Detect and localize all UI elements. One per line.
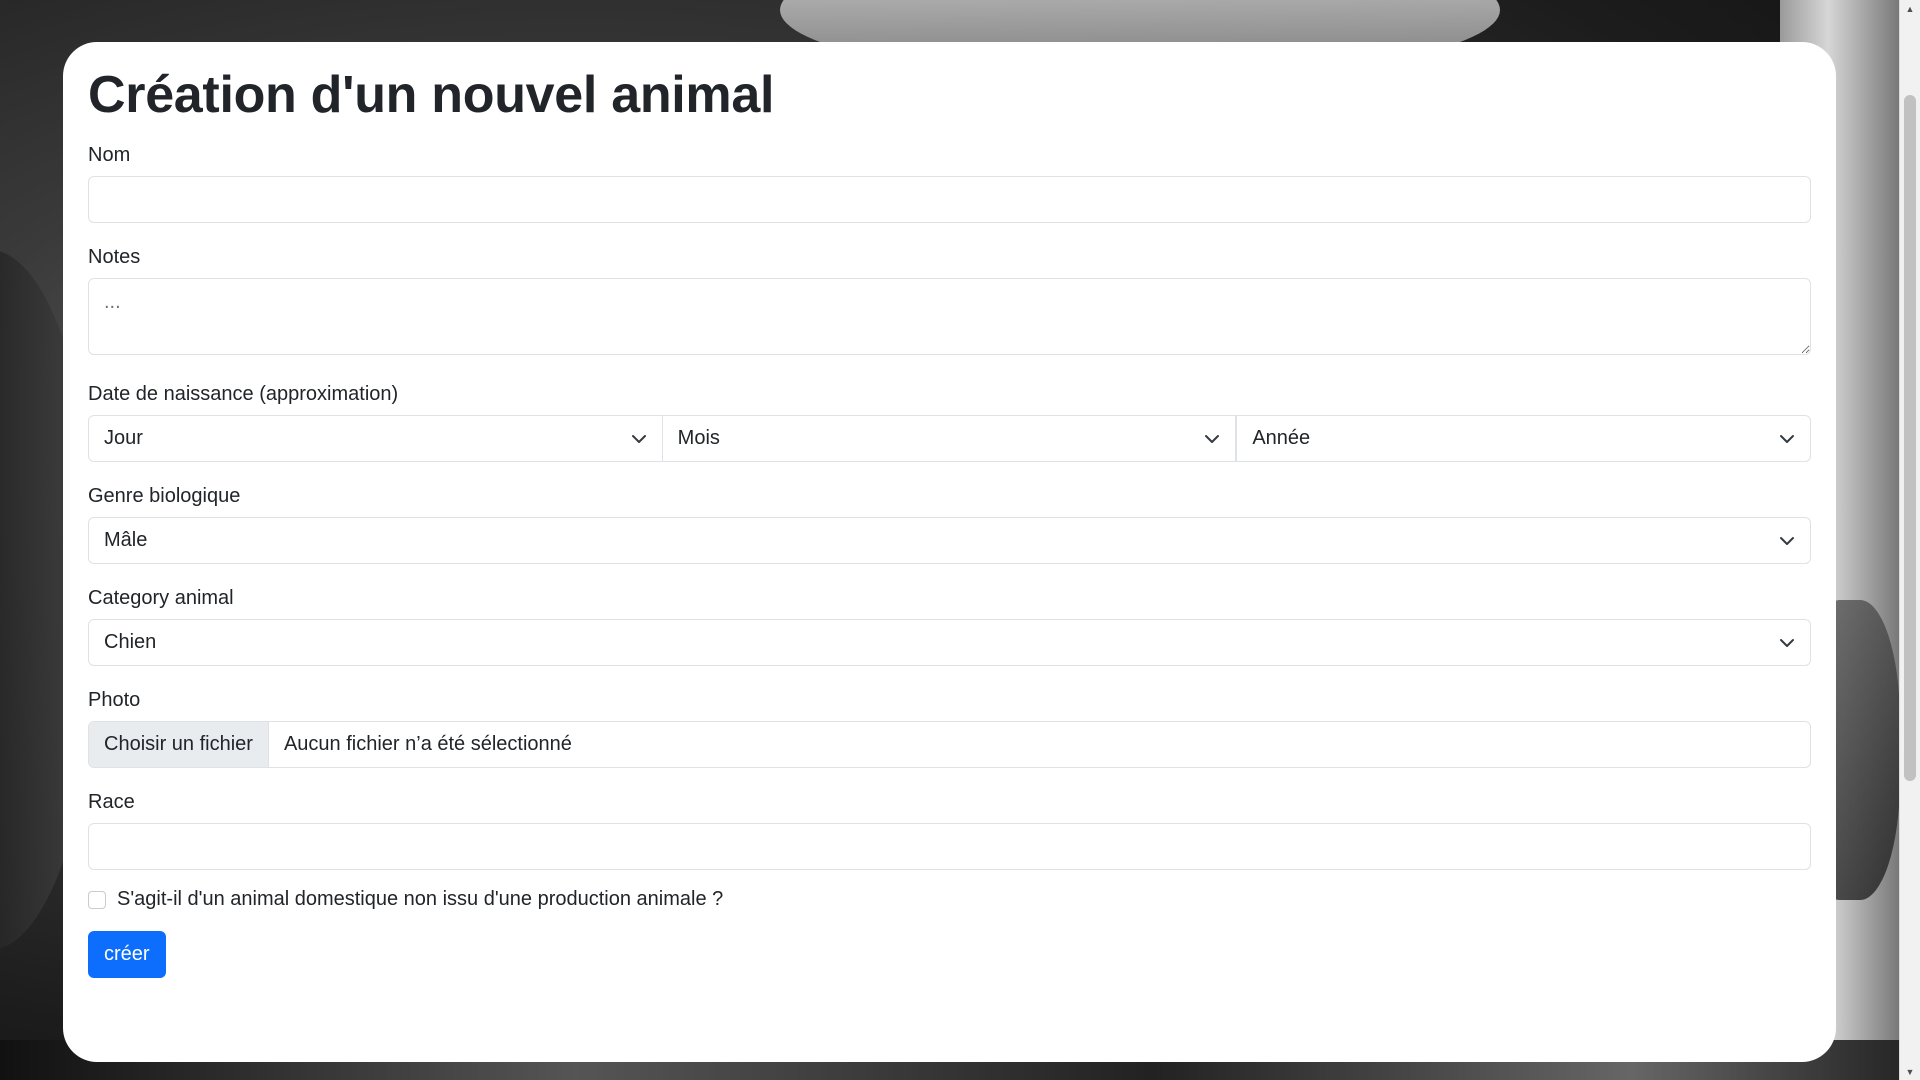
nom-input[interactable] [88,176,1811,223]
notes-group: Notes [88,245,1811,360]
notes-textarea[interactable] [88,278,1811,355]
race-input[interactable] [88,823,1811,870]
choose-file-button[interactable]: Choisir un fichier [89,722,269,767]
scroll-up-icon[interactable]: ▲ [1900,0,1920,17]
domestic-label[interactable]: S'agit-il d'un animal domestique non iss… [117,888,723,911]
race-label: Race [88,791,135,813]
birthdate-label: Date de naissance (approximation) [88,383,399,405]
domestic-check-row: S'agit-il d'un animal domestique non iss… [88,888,1811,911]
page-title: Création d'un nouvel animal [88,66,775,124]
race-group: Race [88,790,1811,870]
category-select-value: Chien [104,631,157,653]
form-card: Création d'un nouvel animal Nom Notes Da… [63,42,1836,1062]
domestic-checkbox[interactable] [88,890,106,909]
nom-label: Nom [88,144,131,166]
chevron-down-icon [1780,434,1795,443]
gender-select-value: Mâle [104,529,148,551]
photo-file-input[interactable]: Choisir un fichier Aucun fichier n’a été… [88,721,1811,768]
nom-group: Nom [88,143,1811,223]
day-select-value: Jour [104,427,143,449]
gender-select[interactable]: Mâle [88,517,1811,564]
chevron-down-icon [1780,638,1794,647]
birthdate-group: Date de naissance (approximation) Jour M… [88,382,1812,462]
birthdate-selects: Jour Mois Année [88,415,1812,462]
photo-label: Photo [88,689,141,711]
gender-label: Genre biologique [88,485,241,507]
create-button[interactable]: créer [88,931,166,978]
category-select[interactable]: Chien [88,619,1811,666]
category-label: Category animal [88,587,234,609]
year-select[interactable]: Année [1236,415,1812,462]
year-select-value: Année [1252,427,1311,449]
month-select-value: Mois [677,427,720,449]
scroll-thumb[interactable] [1904,95,1916,781]
day-select[interactable]: Jour [88,415,663,462]
page-scrollbar[interactable]: ▲ ▼ [1899,0,1920,1080]
category-group: Category animal Chien [88,586,1811,666]
scroll-down-icon[interactable]: ▼ [1900,1063,1920,1080]
chevron-down-icon [631,434,646,443]
notes-label: Notes [88,246,141,268]
file-status: Aucun fichier n’a été sélectionné [283,733,572,755]
month-select[interactable]: Mois [662,415,1237,462]
photo-group: Photo Choisir un fichier Aucun fichier n… [88,688,1811,768]
gender-group: Genre biologique Mâle [88,484,1811,564]
chevron-down-icon [1780,536,1794,545]
chevron-down-icon [1205,434,1220,443]
